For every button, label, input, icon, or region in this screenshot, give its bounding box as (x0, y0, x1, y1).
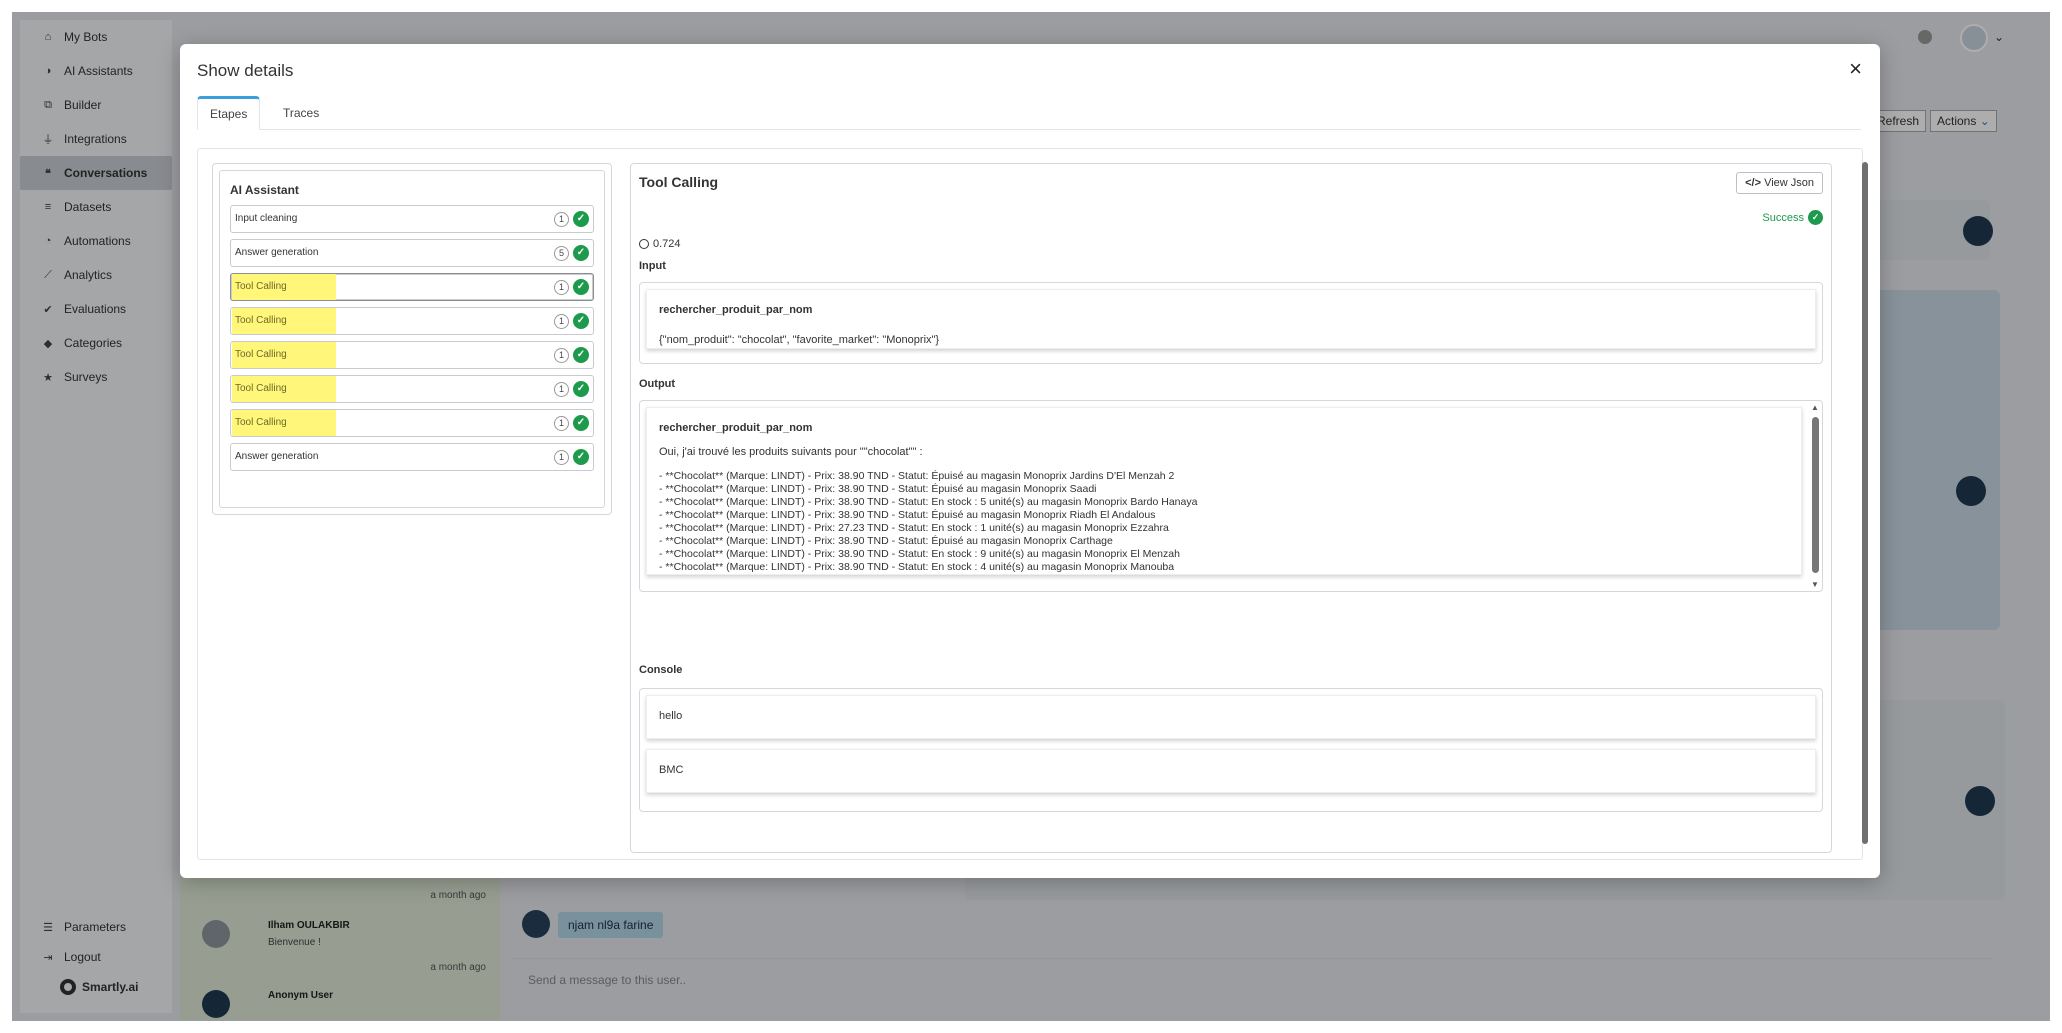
output-function: rechercher_produit_par_nom (659, 422, 813, 434)
step-label: Tool Calling (232, 308, 336, 334)
duration: 0.724 (639, 238, 681, 250)
step-detail: Tool Calling </> View Json Success ✓ 0.7… (630, 163, 1832, 853)
step-count-badge: 1 (554, 382, 569, 397)
step-label: Tool Calling (232, 342, 336, 368)
output-line: - **Chocolat** (Marque: LINDT) - Prix: 3… (659, 470, 1175, 482)
status-badge: Success ✓ (1762, 210, 1823, 225)
steps-title: AI Assistant (230, 183, 299, 197)
check-circle-icon: ✓ (573, 211, 589, 227)
modal-scrollbar[interactable] (1860, 148, 1870, 860)
step-item[interactable]: Tool Calling 1 ✓ (230, 307, 594, 335)
view-json-button[interactable]: </> View Json (1736, 172, 1823, 194)
output-intro: Oui, j'ai trouvé les produits suivants p… (659, 446, 923, 458)
check-circle-icon: ✓ (573, 279, 589, 295)
step-count-badge: 1 (554, 280, 569, 295)
console-line: BMC (646, 749, 1816, 793)
output-label: Output (639, 378, 676, 390)
tab-etapes[interactable]: Etapes (197, 96, 261, 130)
step-count-badge: 1 (554, 314, 569, 329)
output-line: - **Chocolat** (Marque: LINDT) - Prix: 3… (659, 535, 1113, 547)
code-icon: </> (1745, 177, 1761, 189)
step-label: Input cleaning (235, 213, 298, 224)
input-label: Input (639, 260, 666, 272)
check-circle-icon: ✓ (573, 245, 589, 261)
input-function: rechercher_produit_par_nom (659, 304, 813, 316)
step-item[interactable]: Tool Calling 1 ✓ (230, 375, 594, 403)
step-count-badge: 1 (554, 416, 569, 431)
output-line: - **Chocolat** (Marque: LINDT) - Prix: 3… (659, 509, 1156, 521)
scroll-up-icon[interactable]: ▲ (1810, 403, 1820, 412)
step-count-badge: 1 (554, 450, 569, 465)
console-label: Console (639, 664, 683, 676)
step-count-badge: 5 (554, 246, 569, 261)
step-item[interactable]: Tool Calling 1 ✓ (230, 341, 594, 369)
output-line: - **Chocolat** (Marque: LINDT) - Prix: 3… (659, 483, 1097, 495)
steps-list: Input cleaning 1 ✓ Answer generation 5 ✓ Tool … (230, 205, 594, 471)
steps-list-container: AI Assistant Input cleaning 1 ✓ Answer gene… (219, 170, 605, 508)
console-line: hello (646, 695, 1816, 739)
clock-icon (639, 239, 649, 249)
input-card: rechercher_produit_par_nom {"nom_produit… (646, 289, 1816, 349)
tab-traces[interactable]: Traces (271, 96, 331, 130)
step-label: Answer generation (235, 451, 319, 462)
check-circle-icon: ✓ (573, 347, 589, 363)
scroll-thumb[interactable] (1812, 417, 1819, 573)
console-box: hello BMC (639, 688, 1823, 812)
output-lines: - **Chocolat** (Marque: LINDT) - Prix: 3… (659, 470, 1789, 575)
step-count-badge: 1 (554, 212, 569, 227)
tab-bar: Etapes Traces (197, 96, 1861, 130)
tab-panel: AI Assistant Input cleaning 1 ✓ Answer gene… (197, 148, 1863, 860)
status-label: Success (1762, 211, 1804, 224)
view-json-label: View Json (1764, 177, 1814, 189)
check-circle-icon: ✓ (573, 449, 589, 465)
output-card: rechercher_produit_par_nom Oui, j'ai tro… (646, 407, 1802, 575)
step-item[interactable]: Answer generation 1 ✓ (230, 443, 594, 471)
step-label: Tool Calling (232, 376, 336, 402)
check-circle-icon: ✓ (573, 415, 589, 431)
input-box: rechercher_produit_par_nom {"nom_produit… (639, 282, 1823, 364)
step-item[interactable]: Tool Calling 1 ✓ (230, 273, 594, 301)
step-label: Tool Calling (232, 274, 336, 300)
scroll-thumb[interactable] (1862, 162, 1868, 844)
output-line: - **Chocolat** (Marque: LINDT) - Prix: 3… (659, 496, 1198, 508)
output-scrollbar[interactable]: ▲ ▼ (1810, 403, 1820, 589)
step-count-badge: 1 (554, 348, 569, 363)
step-item[interactable]: Answer generation 5 ✓ (230, 239, 594, 267)
duration-value: 0.724 (653, 238, 681, 250)
check-circle-icon: ✓ (573, 313, 589, 329)
modal-title: Show details (197, 61, 294, 80)
output-box: rechercher_produit_par_nom Oui, j'ai tro… (639, 400, 1823, 592)
steps-panel: AI Assistant Input cleaning 1 ✓ Answer gene… (212, 163, 612, 515)
scroll-down-icon[interactable]: ▼ (1810, 580, 1820, 589)
input-args: {"nom_produit": "chocolat", "favorite_ma… (659, 334, 940, 346)
step-label: Tool Calling (232, 410, 336, 436)
step-item[interactable]: Tool Calling 1 ✓ (230, 409, 594, 437)
detail-title: Tool Calling (639, 174, 719, 190)
close-icon[interactable]: × (1849, 56, 1862, 82)
check-circle-icon: ✓ (1808, 210, 1823, 225)
output-line: - **Chocolat** (Marque: LINDT) - Prix: 3… (659, 548, 1180, 560)
output-line: - **Chocolat** (Marque: LINDT) - Prix: 3… (659, 574, 1789, 575)
output-line: - **Chocolat** (Marque: LINDT) - Prix: 3… (659, 561, 1175, 573)
output-line: - **Chocolat** (Marque: LINDT) - Prix: 2… (659, 522, 1169, 534)
step-label: Answer generation (235, 247, 319, 258)
check-circle-icon: ✓ (573, 381, 589, 397)
step-item[interactable]: Input cleaning 1 ✓ (230, 205, 594, 233)
details-modal: Show details × Etapes Traces AI Assistan… (180, 44, 1880, 878)
